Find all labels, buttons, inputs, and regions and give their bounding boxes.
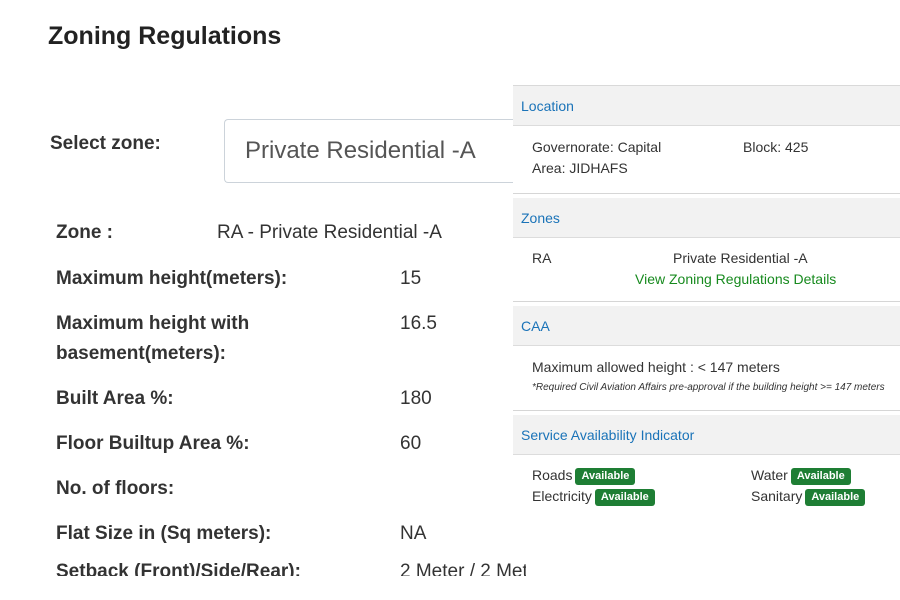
regulation-row-clipped: Setback (Front)/Side/Rear): 2 Meter / 2 … [56, 560, 526, 576]
regulation-value: 16.5 [400, 313, 437, 334]
service-item: Roads Available [532, 467, 636, 485]
service-name: Roads [532, 467, 573, 483]
zone-name: Private Residential -A [673, 250, 808, 266]
zone-row-label: Zone : [56, 222, 113, 243]
regulation-label: Floor Builtup Area %: [56, 433, 250, 454]
regulation-row: Floor Builtup Area %: 60 [56, 429, 526, 474]
status-badge: Available [790, 468, 851, 485]
regulation-label: Maximum height with basement(meters): [56, 313, 250, 364]
zones-body: RA Private Residential -A View Zoning Re… [513, 238, 900, 301]
regulation-value: NA [400, 523, 427, 544]
regulation-value: 15 [400, 268, 422, 289]
page: Zoning Regulations Select zone: Private … [0, 0, 900, 600]
regulation-label: Built Area %: [56, 388, 174, 409]
zones-heading: Zones [513, 198, 900, 238]
regulation-row: No. of floors: [56, 474, 526, 519]
service-section: Service Availability Indicator Roads Avai… [513, 415, 900, 514]
zone-row-value: RA - Private Residential -A [217, 222, 442, 243]
zone-select-value: Private Residential -A [245, 137, 476, 164]
regulation-row: Maximum height(meters): 15 [56, 264, 526, 309]
governorate-text: Governorate: Capital [532, 139, 662, 155]
service-name: Sanitary [751, 488, 803, 504]
regulation-label: Setback (Front)/Side/Rear): [56, 561, 301, 576]
caa-note: *Required Civil Aviation Affairs pre-app… [532, 382, 885, 393]
regulation-row: Built Area %: 180 [56, 384, 526, 429]
regulation-value: 2 Meter / 2 Meter / 2 Meter [400, 561, 526, 576]
regulation-row: Maximum height with basement(meters): 16… [56, 309, 526, 384]
service-name: Water [751, 467, 788, 483]
select-zone-label: Select zone: [50, 133, 161, 154]
info-panel: Location Governorate: Capital Block: 425… [513, 85, 900, 514]
service-item: Electricity Available [532, 488, 655, 506]
caa-section: CAA Maximum allowed height : < 147 meter… [513, 306, 900, 411]
area-text: Area: JIDHAFS [532, 160, 628, 176]
caa-heading: CAA [513, 306, 900, 346]
status-badge: Available [575, 468, 636, 485]
location-heading: Location [513, 86, 900, 126]
service-heading: Service Availability Indicator [513, 415, 900, 455]
service-item: Water Available [751, 467, 851, 485]
zones-section: Zones RA Private Residential -A View Zon… [513, 198, 900, 302]
block-text: Block: 425 [743, 139, 809, 155]
view-zoning-details-link[interactable]: View Zoning Regulations Details [635, 271, 836, 287]
regulation-label: Flat Size in (Sq meters): [56, 523, 272, 544]
regulations-table: Maximum height(meters): 15 Maximum heigh… [56, 264, 526, 564]
status-badge: Available [805, 489, 866, 506]
zone-row: Zone : RA - Private Residential -A [56, 222, 442, 244]
page-title: Zoning Regulations [48, 22, 282, 50]
service-body: Roads Available Water Available Electricit… [513, 455, 900, 514]
caa-body: Maximum allowed height : < 147 meters *R… [513, 346, 900, 410]
location-section: Location Governorate: Capital Block: 425… [513, 86, 900, 194]
service-name: Electricity [532, 488, 592, 504]
regulation-label: No. of floors: [56, 478, 175, 499]
zone-code: RA [532, 250, 552, 266]
regulation-value: 60 [400, 433, 422, 454]
status-badge: Available [594, 489, 655, 506]
zone-select[interactable]: Private Residential -A [224, 119, 554, 183]
regulation-row: Flat Size in (Sq meters): NA [56, 519, 526, 564]
regulation-value: 180 [400, 388, 432, 409]
regulation-label: Maximum height(meters): [56, 268, 288, 289]
location-body: Governorate: Capital Block: 425 Area: JI… [513, 126, 900, 193]
caa-max-height: Maximum allowed height : < 147 meters [532, 359, 780, 375]
service-item: Sanitary Available [751, 488, 866, 506]
